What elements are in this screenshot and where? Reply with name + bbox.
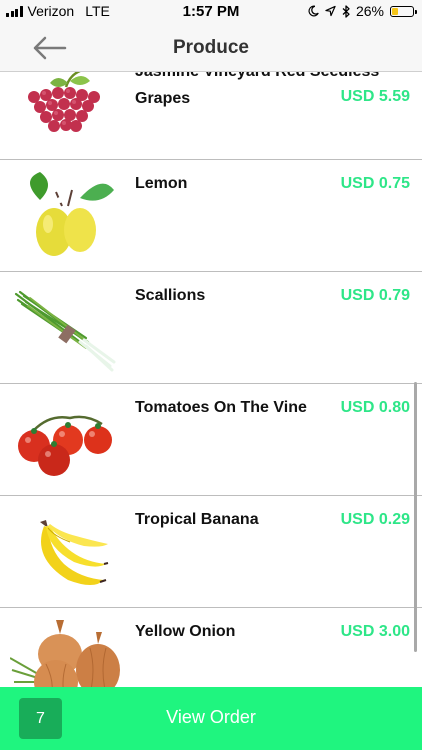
product-row-scallions[interactable]: Scallions USD 0.79 [0, 272, 422, 384]
onion-image [10, 620, 120, 687]
view-order-button[interactable]: 7 View Order [0, 687, 422, 750]
grapes-image [28, 72, 100, 132]
lemon-image [30, 172, 114, 256]
product-price: USD 0.29 [340, 511, 410, 528]
bluetooth-icon [342, 4, 350, 18]
product-row-onion[interactable]: Yellow Onion USD 3.00 [0, 608, 422, 687]
tomatoes-image [18, 415, 112, 476]
location-arrow-icon [325, 5, 336, 17]
battery-icon [390, 5, 417, 17]
battery-percent: 26% [355, 3, 384, 19]
product-name: Lemon [135, 175, 188, 192]
product-name: Tomatoes On The Vine [135, 399, 307, 416]
product-row-banana[interactable]: Tropical Banana USD 0.29 [0, 496, 422, 608]
page-title: Produce [172, 37, 250, 58]
product-price: USD 5.59 [340, 88, 410, 105]
product-name-line-1: Jasmine Vineyard Red Seedless [135, 72, 379, 83]
nav-bar: Produce [0, 24, 422, 72]
product-name: Tropical Banana [135, 511, 259, 528]
product-list[interactable]: Jasmine Vineyard Red Seedless Grapes USD… [0, 72, 422, 687]
view-order-label: View Order [166, 707, 256, 727]
product-price: USD 3.00 [340, 623, 410, 640]
product-row-lemon[interactable]: Lemon USD 0.75 [0, 160, 422, 272]
banana-image [40, 520, 109, 585]
product-name: Scallions [135, 287, 206, 304]
product-row-grapes[interactable]: Jasmine Vineyard Red Seedless Grapes USD… [0, 72, 422, 160]
product-price: USD 0.79 [340, 287, 410, 304]
status-bar: Verizon LTE 1:57 PM 26% [0, 0, 422, 24]
product-price: USD 0.80 [340, 399, 410, 416]
product-name: Yellow Onion [135, 623, 236, 640]
scroll-indicator[interactable] [414, 382, 417, 652]
product-row-tomatoes[interactable]: Tomatoes On The Vine USD 0.80 [0, 384, 422, 496]
scallions-image [14, 290, 116, 372]
moon-icon [308, 5, 319, 17]
status-right: 26% [308, 3, 417, 19]
product-price: USD 0.75 [340, 175, 410, 192]
